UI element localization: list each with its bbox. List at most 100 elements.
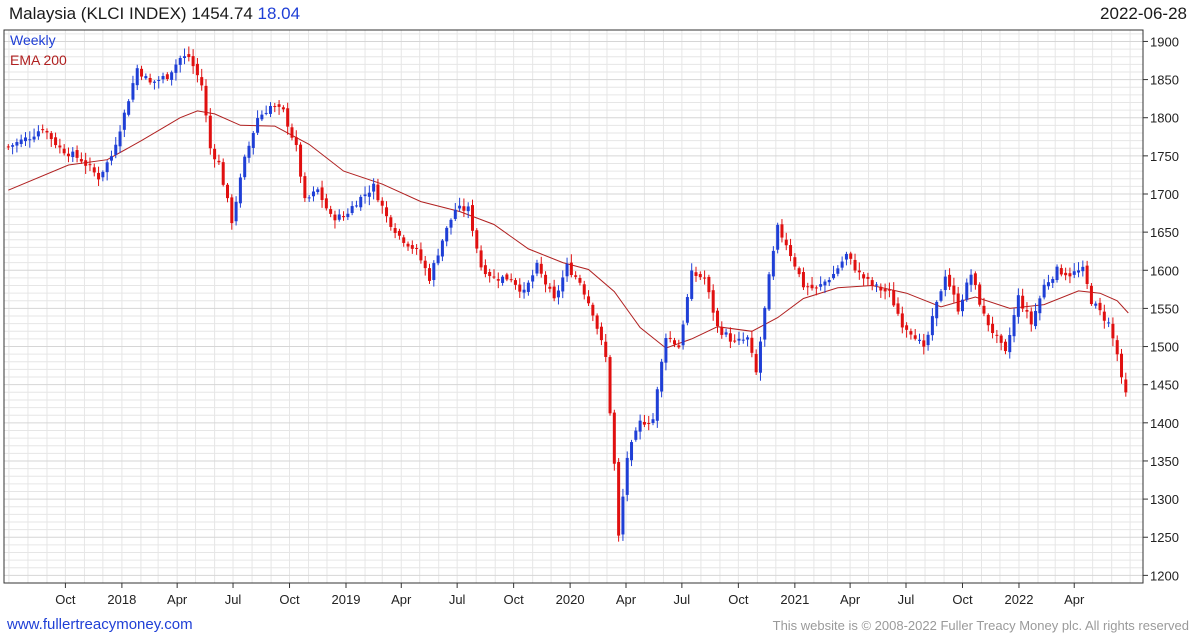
candle-body [806,286,810,288]
candle-body [810,284,814,289]
candle-body [84,160,88,166]
candle-body [647,423,651,425]
candle-body [857,270,861,273]
candle-body [724,332,728,335]
candle-body [1124,379,1128,393]
candle-body [19,139,23,144]
candle-body [625,457,629,495]
candle-body [578,278,582,283]
candle-body [552,286,556,299]
y-tick-label: 1350 [1150,454,1179,469]
candle-body [574,275,578,277]
y-tick-label: 1900 [1150,34,1179,49]
candle-body [445,227,449,242]
candle-body [531,275,535,282]
candle-body [1077,270,1081,273]
candle-body [819,284,823,287]
candle-body [264,112,268,114]
candle-body [720,326,724,335]
candle-body [208,115,212,149]
candle-body [281,107,285,110]
x-tick-label: 2019 [332,592,361,607]
candle-body [1029,311,1033,325]
candle-body [1081,266,1085,272]
candle-body [832,273,836,279]
candle-body [303,176,307,199]
candle-body [840,261,844,268]
candle-body [109,156,113,161]
candle-body [870,280,874,286]
candle-body [677,345,681,348]
candle-body [496,279,500,281]
x-tick-label: 2018 [107,592,136,607]
candle-body [621,496,625,535]
candle-body [260,114,264,120]
candle-body [105,162,109,173]
candle-body [49,133,53,140]
candle-body [505,274,509,280]
candle-body [956,293,960,312]
y-tick-label: 1250 [1150,530,1179,545]
candle-body [771,250,775,277]
candle-body [939,291,943,301]
candle-body [329,209,333,214]
candle-body [419,249,423,261]
candle-body [397,230,401,236]
candle-body [122,112,126,130]
candle-body [767,274,771,310]
candle-body [733,340,737,342]
candle-body [41,129,45,131]
candle-body [140,68,144,77]
x-tick-label: Oct [728,592,749,607]
candle-body [892,290,896,306]
candle-body [746,337,750,340]
x-tick-label: Oct [504,592,525,607]
candle-body [359,196,363,208]
candle-body [342,216,346,218]
candle-body [900,313,904,328]
candle-body [195,63,199,76]
candle-body [299,144,303,177]
candle-body [1034,310,1038,327]
x-tick-label: Jul [225,592,242,607]
candle-body [290,127,294,138]
candle-body [556,290,560,298]
website-link[interactable]: www.fullertreacymoney.com [7,616,193,633]
candle-body [638,420,642,432]
candle-body [453,209,457,219]
y-tick-label: 1550 [1150,301,1179,316]
candle-body [62,148,66,154]
candle-body [1025,310,1029,312]
candle-body [905,325,909,330]
candle-body [135,68,139,86]
candle-body [200,77,204,86]
candle-body [294,137,298,146]
candle-body [780,224,784,238]
candle-body [324,198,328,209]
candle-body [350,206,354,214]
candle-body [144,76,148,79]
candle-body [234,201,238,222]
candle-body [449,219,453,228]
candle-body [1098,302,1102,311]
candle-body [991,323,995,334]
candle-body [862,274,866,279]
candle-body [926,334,930,346]
candle-body [479,250,483,268]
candle-body [97,172,101,180]
candle-body [737,338,741,341]
candle-body [1115,340,1119,355]
candle-body [617,462,621,536]
candle-body [71,151,75,158]
candle-body [458,205,462,209]
x-tick-label: Jul [449,592,466,607]
candle-body [715,310,719,327]
candle-body [668,337,672,339]
candle-body [1038,298,1042,314]
candle-body [161,76,165,80]
candle-body [707,276,711,293]
candle-body [247,145,251,158]
candle-body [694,272,698,276]
candle-body [948,274,952,287]
candle-body [1068,273,1072,277]
